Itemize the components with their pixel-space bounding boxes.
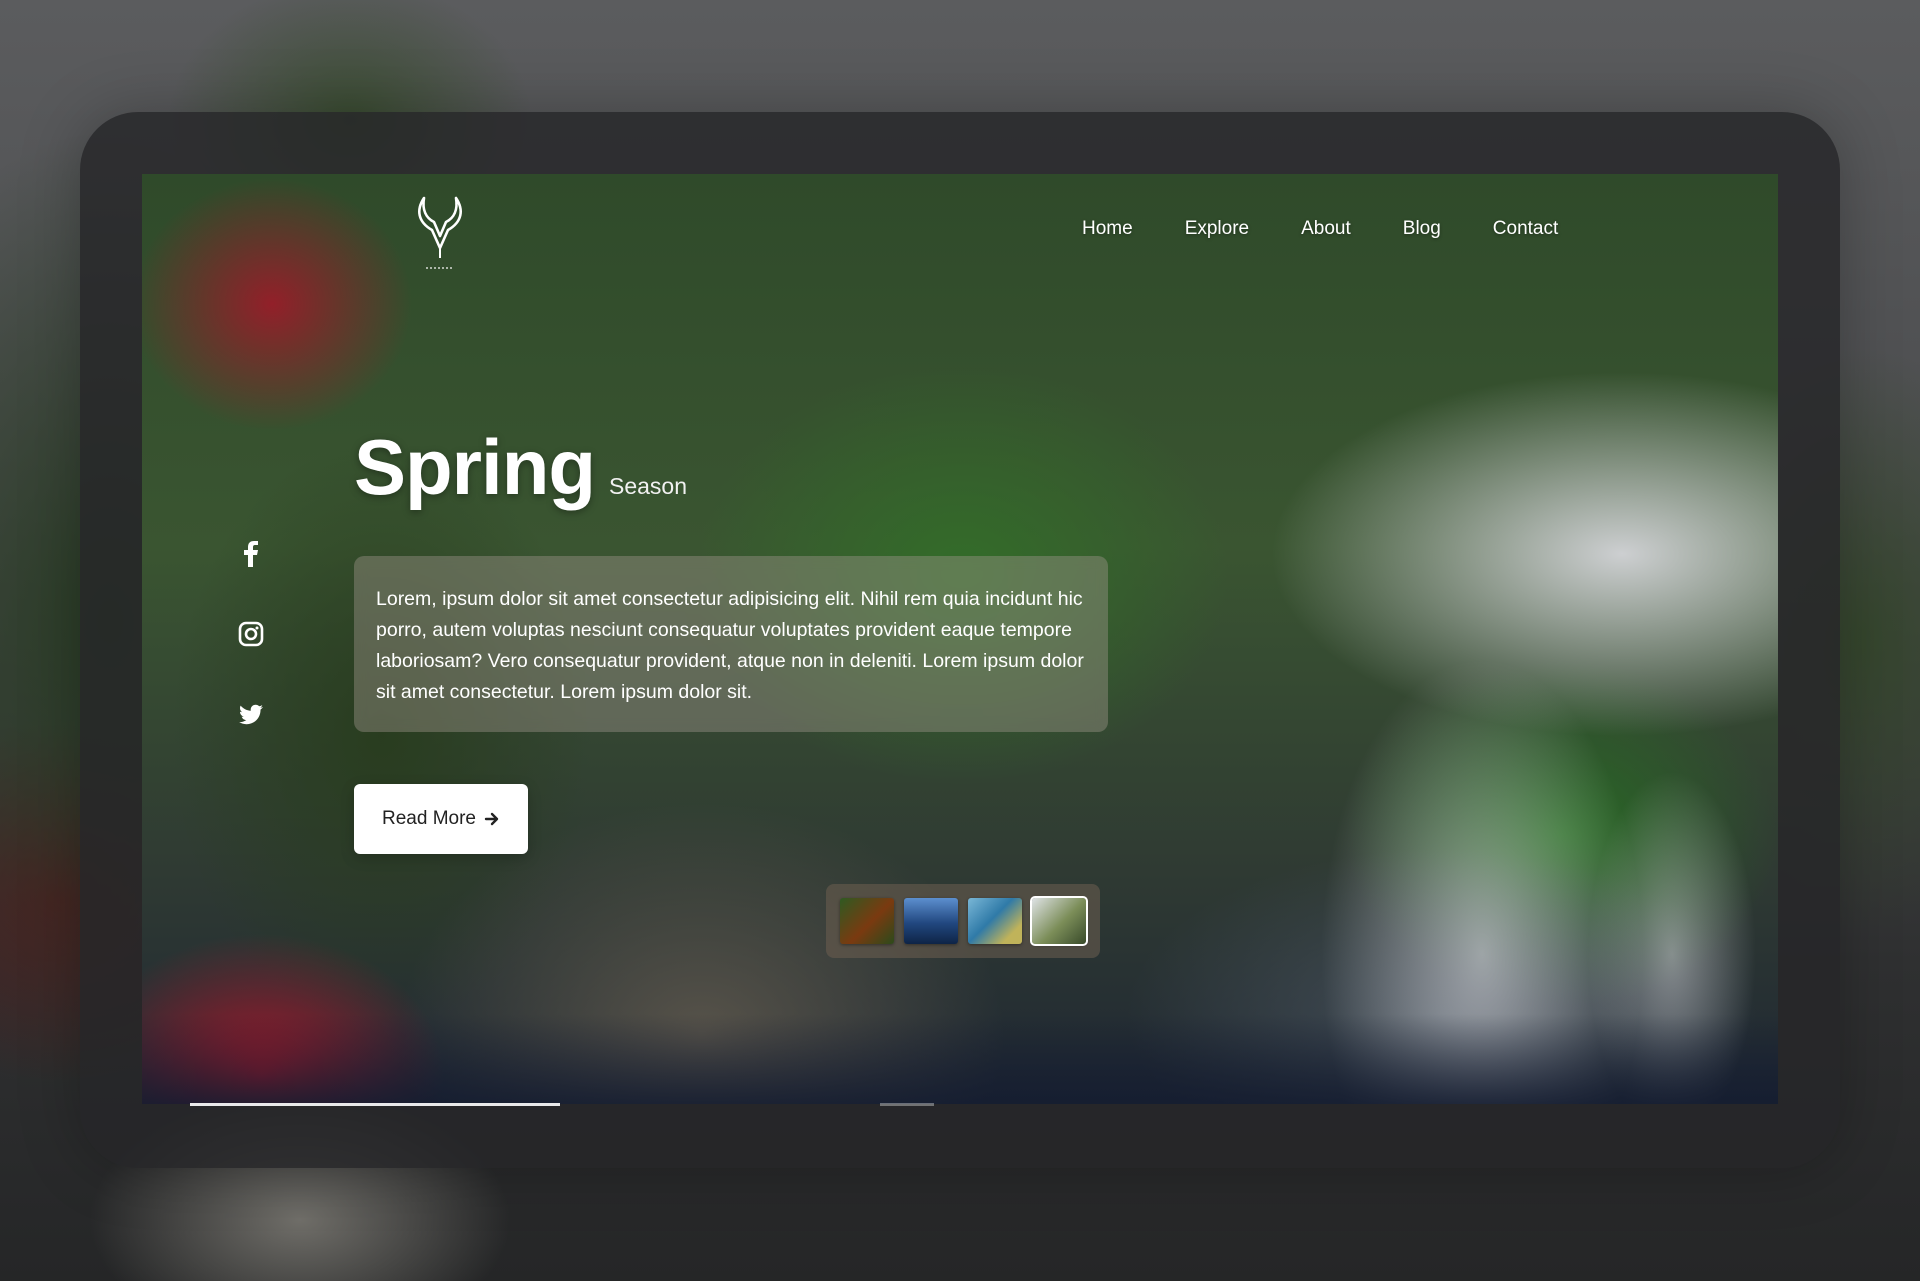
- read-more-label: Read More: [382, 808, 476, 829]
- read-more-button[interactable]: Read More: [354, 784, 528, 854]
- arrow-right-icon: [484, 812, 499, 826]
- hero-heading: Spring Season: [354, 422, 687, 513]
- lake-night-thumbnail[interactable]: [904, 898, 958, 944]
- nav-explore[interactable]: Explore: [1185, 218, 1249, 240]
- nav-contact[interactable]: Contact: [1493, 218, 1558, 240]
- hero-screen: Home Explore About Blog Contact Spring S…: [142, 174, 1778, 1104]
- main-nav: Home Explore About Blog Contact: [1082, 218, 1558, 240]
- nav-home[interactable]: Home: [1082, 218, 1133, 240]
- hero-subtitle: Season: [609, 473, 688, 499]
- waterfall-thumbnail[interactable]: [1030, 896, 1088, 946]
- instagram-icon[interactable]: [238, 620, 264, 648]
- lake-day-thumbnail[interactable]: [968, 898, 1022, 944]
- hero-title: Spring: [354, 423, 596, 511]
- nav-about[interactable]: About: [1301, 218, 1351, 240]
- social-links: [238, 540, 264, 728]
- forest-thumbnail[interactable]: [840, 898, 894, 944]
- deer-antler-logo: [418, 196, 462, 269]
- hero-description: Lorem, ipsum dolor sit amet consectetur …: [354, 556, 1108, 732]
- slider-progress-marker: [880, 1103, 934, 1106]
- nav-blog[interactable]: Blog: [1403, 218, 1441, 240]
- thumbnail-gallery: [826, 884, 1100, 958]
- slider-progress-bar: [190, 1103, 560, 1106]
- facebook-icon[interactable]: [238, 540, 264, 568]
- twitter-icon[interactable]: [238, 700, 264, 728]
